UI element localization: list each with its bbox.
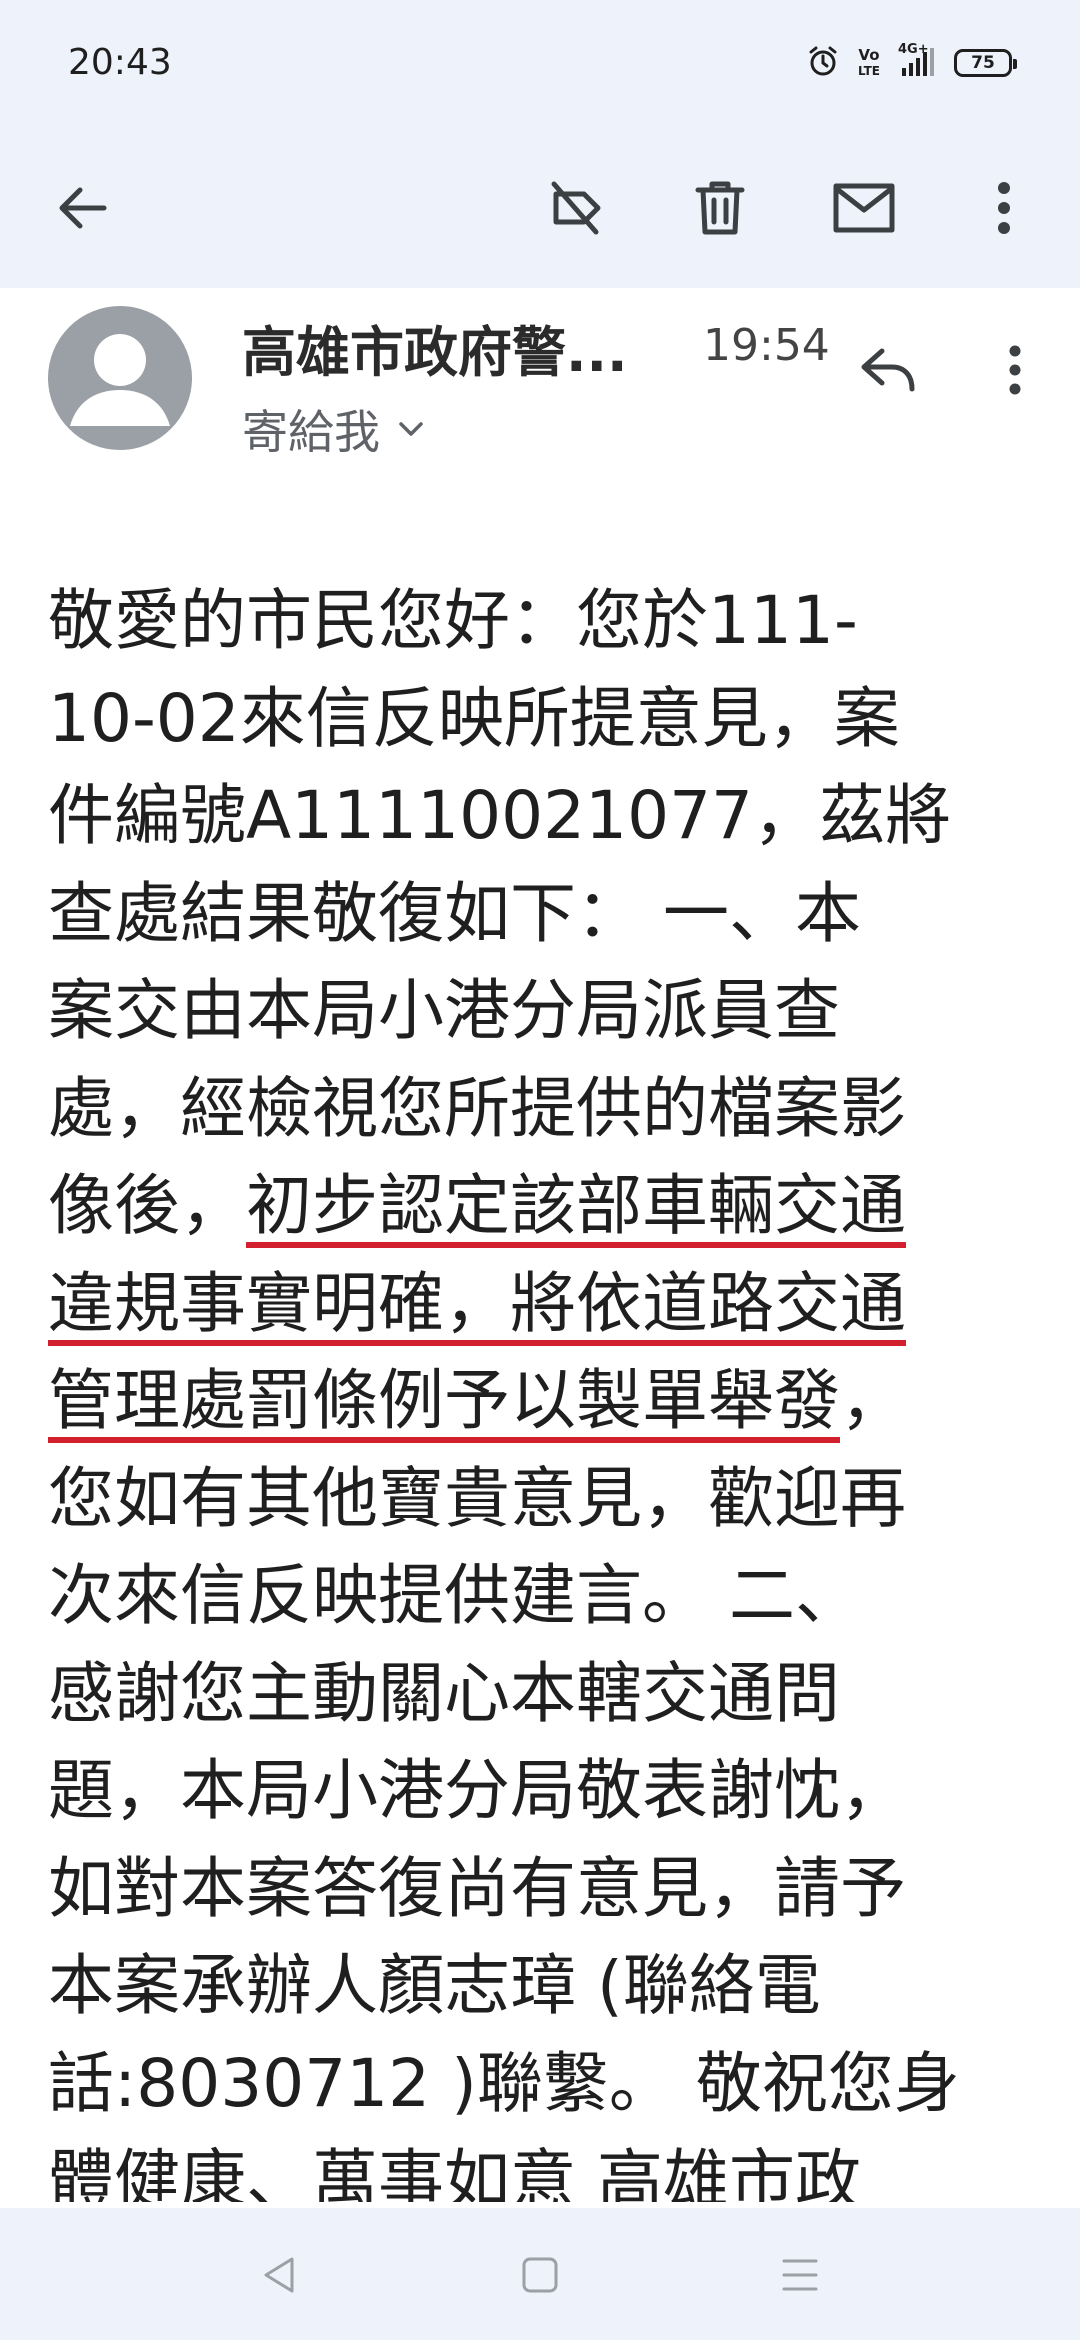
signal-icon: 4G+ bbox=[898, 42, 936, 78]
body-line: 次來信反映提供建言。 二、 bbox=[48, 1557, 861, 1634]
more-vert-icon bbox=[1009, 345, 1021, 395]
nav-recents-button[interactable] bbox=[760, 2240, 840, 2310]
body-text-segment: ， bbox=[840, 1362, 906, 1439]
mark-unread-button[interactable] bbox=[816, 160, 912, 256]
nav-home-button[interactable] bbox=[500, 2240, 580, 2310]
network-type-label: 4G+ bbox=[898, 42, 929, 57]
recipient-label: 寄給我 bbox=[242, 405, 380, 459]
trash-icon bbox=[695, 181, 745, 235]
volte-bottom-label: LTE bbox=[857, 64, 880, 78]
toolbar bbox=[0, 130, 1080, 288]
body-line: 處，經檢視您所提供的檔案影 bbox=[48, 1069, 906, 1147]
body-line: 話:8030712 )聯繫。 敬祝您身 bbox=[48, 2044, 960, 2122]
square-home-icon bbox=[522, 2257, 558, 2293]
underlined-text: 管理處罰條例予以製單舉發 bbox=[48, 1362, 840, 1439]
body-line: 件編號A11110021077，茲將 bbox=[48, 777, 952, 854]
email-time: 19:54 bbox=[703, 320, 830, 371]
status-icons: Vo LTE 4G+ 75 bbox=[806, 42, 1017, 82]
body-line: 像後，初步認定該部車輛交通 bbox=[48, 1157, 1048, 1255]
system-nav-bar bbox=[0, 2208, 1080, 2340]
arrow-back-icon bbox=[59, 187, 107, 229]
recipient-details-toggle[interactable]: 寄給我 bbox=[242, 396, 424, 462]
body-line: 本案承辦人顏志璋 (聯絡電 bbox=[48, 1947, 821, 2024]
body-line: 違規事實明確，將依道路交通 bbox=[48, 1255, 1048, 1353]
person-icon bbox=[70, 334, 170, 426]
body-line: 案交由本局小港分局派員查 bbox=[48, 972, 840, 1049]
body-text-segment: 像後， bbox=[48, 1167, 246, 1244]
body-line: 查處結果敬復如下： 一、本 bbox=[48, 874, 861, 952]
message-more-button[interactable] bbox=[990, 328, 1040, 412]
reply-button[interactable] bbox=[846, 326, 930, 410]
body-line: 感謝您主動關心本轄交通問 bbox=[48, 1654, 840, 1732]
body-line: 管理處罰條例予以製單舉發， bbox=[48, 1352, 1048, 1450]
triangle-back-icon bbox=[264, 2257, 294, 2293]
mark-unimportant-button[interactable] bbox=[528, 160, 624, 256]
volte-top-label: Vo bbox=[858, 46, 880, 64]
sender-name[interactable]: 高雄市政府警... bbox=[242, 308, 628, 387]
status-time: 20:43 bbox=[68, 42, 172, 83]
status-bar: 20:43 Vo LTE 4G+ 75 bbox=[0, 0, 1080, 130]
email-header: 高雄市政府警... 19:54 寄給我 bbox=[0, 288, 1080, 488]
reply-icon bbox=[861, 348, 915, 392]
volte-icon: Vo LTE bbox=[858, 47, 880, 79]
body-line: 敬愛的市民您好：您於111- bbox=[48, 582, 858, 659]
body-line: 題，本局小港分局敬表謝忱， bbox=[48, 1752, 906, 1829]
body-line: 您如有其他寶貴意見，歡迎再 bbox=[48, 1459, 906, 1537]
back-button[interactable] bbox=[34, 160, 130, 256]
chevron-down-icon bbox=[399, 422, 423, 436]
mail-icon bbox=[833, 183, 895, 233]
menu-recents-icon bbox=[782, 2259, 818, 2291]
underlined-text: 初步認定該部車輛交通 bbox=[246, 1167, 906, 1244]
body-line: 體健康、萬事如意 高雄市政 bbox=[48, 2142, 861, 2202]
alarm-icon bbox=[806, 44, 840, 82]
body-line: 如對本案答復尚有意見，請予 bbox=[48, 1849, 906, 1927]
email-body: 敬愛的市民您好：您於111- 10-02來信反映所提意見，案 件編號A11110… bbox=[48, 572, 1048, 2202]
avatar[interactable] bbox=[48, 306, 192, 450]
nav-back-button[interactable] bbox=[240, 2240, 320, 2310]
more-options-button[interactable] bbox=[956, 160, 1052, 256]
label-off-icon bbox=[551, 181, 601, 235]
underlined-text: 違規事實明確，將依道路交通 bbox=[48, 1264, 906, 1342]
delete-button[interactable] bbox=[672, 160, 768, 256]
battery-icon: 75 bbox=[954, 49, 1017, 77]
body-line: 10-02來信反映所提意見，案 bbox=[48, 679, 900, 757]
more-vert-icon bbox=[998, 182, 1010, 234]
